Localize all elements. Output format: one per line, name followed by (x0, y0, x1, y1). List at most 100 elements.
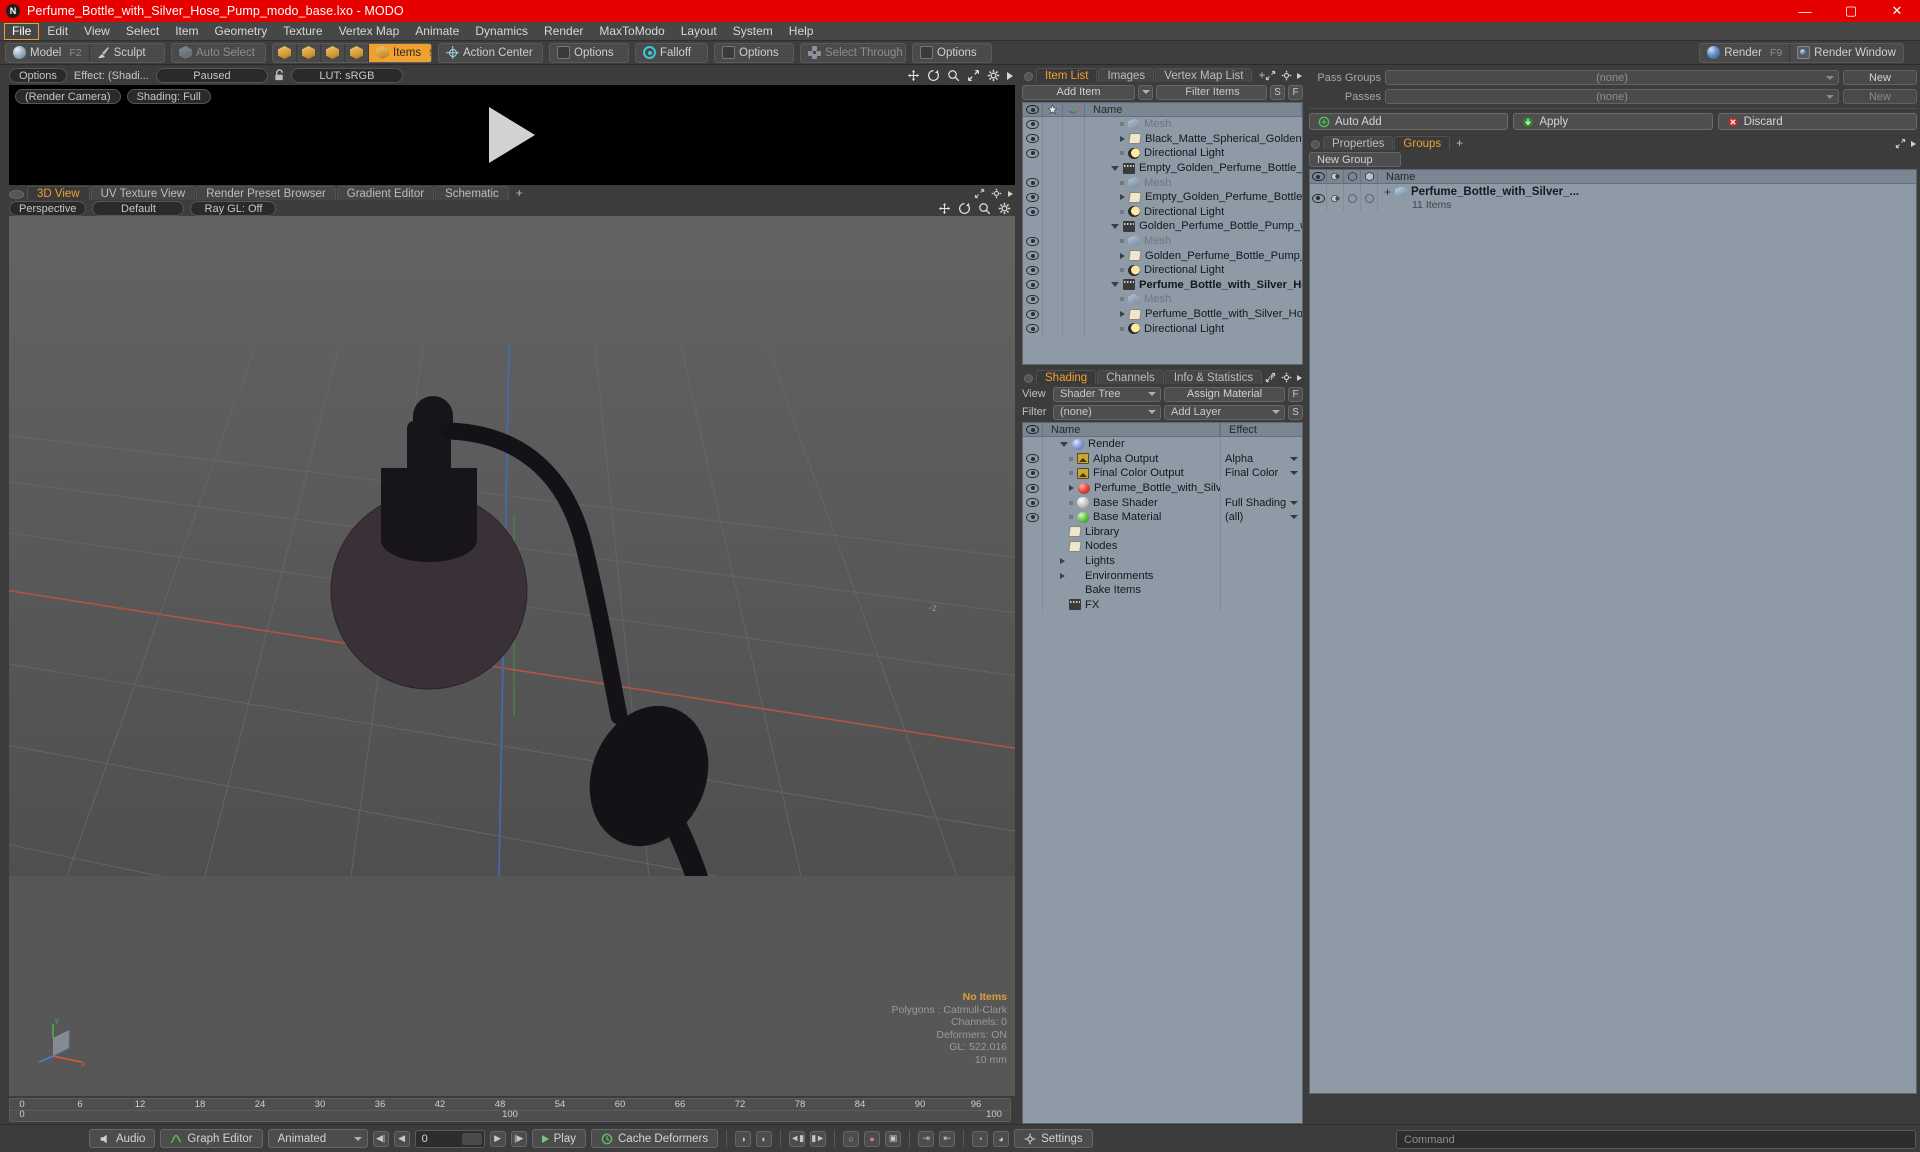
row-lock-cell[interactable] (1043, 204, 1063, 220)
tab-shading[interactable]: Shading (1036, 370, 1097, 384)
row-axis-cell[interactable] (1063, 321, 1085, 336)
lock-icon[interactable] (273, 69, 286, 82)
table-row[interactable]: Golden_Perfume_Bottle_Pump_with_Ho ... (1023, 219, 1302, 234)
group-row-visibility-toggle[interactable] (1310, 184, 1327, 212)
row-effect-cell[interactable]: Final Color (1220, 466, 1302, 481)
menu-item-texture[interactable]: Texture (275, 23, 330, 40)
row-name-cell[interactable]: Empty_Golden_Perfume_Bottle_with_... (1085, 191, 1302, 203)
pass-groups-dropdown[interactable]: (none) (1385, 70, 1839, 85)
viewport-zoom-icon[interactable] (978, 202, 991, 215)
row-axis-cell[interactable] (1063, 248, 1085, 263)
row-name-cell[interactable]: Base Shader (1043, 497, 1220, 509)
shading-panel-handle-icon[interactable] (1024, 374, 1033, 383)
row-axis-cell[interactable] (1063, 233, 1085, 249)
render-camera-button[interactable]: (Render Camera) (15, 89, 121, 104)
row-lock-cell[interactable] (1043, 160, 1063, 176)
row-name-cell[interactable]: Mesh (1085, 118, 1302, 130)
row-name-cell[interactable]: Final Color Output (1043, 467, 1220, 479)
minimize-button[interactable]: — (1782, 0, 1828, 22)
expand-triangle-icon[interactable] (1069, 485, 1074, 492)
row-visibility-cell[interactable] (1023, 292, 1043, 307)
command-input[interactable]: Command (1396, 1130, 1916, 1149)
apply-button[interactable]: Apply (1513, 113, 1713, 130)
table-row[interactable]: Final Color Output Final Color (1023, 466, 1302, 481)
new-group-button[interactable]: New Group (1309, 152, 1401, 167)
move-icon[interactable] (907, 69, 920, 82)
chevron-down-icon[interactable] (1290, 456, 1298, 461)
select-through-button[interactable]: Select Through (801, 44, 905, 62)
visibility-toggle-icon[interactable] (1026, 148, 1039, 158)
visibility-toggle-icon[interactable] (1026, 280, 1039, 290)
filter-items-input[interactable]: Filter Items (1156, 84, 1267, 100)
row-name-cell[interactable]: Mesh (1085, 177, 1302, 189)
auto-add-button[interactable]: Auto Add (1309, 113, 1509, 130)
row-name-cell[interactable]: Perfume_Bottle_with_Silve... (1043, 482, 1220, 494)
menu-item-vertex-map[interactable]: Vertex Map (331, 23, 408, 40)
add-groups-tab-button[interactable]: + (1451, 136, 1468, 150)
row-axis-cell[interactable] (1063, 131, 1085, 147)
tab-images[interactable]: Images (1098, 68, 1155, 82)
visibility-toggle-icon[interactable] (1026, 468, 1039, 478)
row-effect-cell[interactable] (1220, 597, 1302, 613)
table-row[interactable]: Directional Light (1023, 146, 1302, 161)
timeline-ruler[interactable]: 0 6 12 18 24 30 36 42 48 54 60 66 72 78 … (9, 1098, 1011, 1122)
table-row[interactable]: Lights (1023, 553, 1302, 569)
row-effect-cell[interactable] (1220, 553, 1302, 569)
passes-dropdown[interactable]: (none) (1385, 89, 1839, 104)
row-name-cell[interactable]: Bake Items (1043, 584, 1220, 596)
row-lock-cell[interactable] (1043, 219, 1063, 234)
table-row[interactable]: Mesh (1023, 175, 1302, 190)
table-row[interactable]: Mesh (1023, 117, 1302, 132)
row-lock-cell[interactable] (1043, 117, 1063, 132)
row-effect-cell[interactable] (1220, 568, 1302, 583)
row-effect-cell[interactable] (1220, 582, 1302, 598)
table-row[interactable]: Base Shader Full Shading (1023, 495, 1302, 510)
settings-button[interactable]: Settings (1014, 1129, 1093, 1148)
row-name-cell[interactable]: Perfume_Bottle_with_Silver_Hose_Pu ... (1085, 308, 1302, 320)
visibility-toggle-icon[interactable] (1026, 236, 1039, 246)
collapse-triangle-icon[interactable] (1111, 282, 1119, 288)
row-axis-cell[interactable] (1063, 117, 1085, 132)
table-row[interactable]: Perfume_Bottle_with_Silver_Hose... (1023, 277, 1302, 293)
item-list-s-button[interactable]: S (1270, 84, 1285, 100)
menu-item-dynamics[interactable]: Dynamics (467, 23, 536, 40)
group-row-shaded-toggle[interactable] (1344, 184, 1361, 212)
step-forward-button[interactable]: ▶ (489, 1130, 506, 1147)
collapse-triangle-icon[interactable] (1060, 441, 1068, 447)
discard-button[interactable]: Discard (1717, 113, 1917, 130)
shading-filter-dropdown[interactable]: (none) (1053, 404, 1161, 420)
row-name-cell[interactable]: Empty_Golden_Perfume_Bottle_with_Ho... (1085, 162, 1302, 174)
row-effect-cell[interactable] (1220, 480, 1302, 496)
expand-triangle-icon[interactable] (1060, 558, 1065, 565)
row-visibility-cell[interactable] (1023, 160, 1043, 176)
tab-properties[interactable]: Properties (1323, 136, 1394, 150)
ghost-before-icon-button[interactable]: ◑ (735, 1130, 752, 1147)
auto-key-button[interactable]: ◔ (972, 1130, 989, 1147)
tab-info-statistics[interactable]: Info & Statistics (1164, 370, 1263, 384)
default-shading-button[interactable]: Default (92, 201, 185, 216)
table-row[interactable]: Library (1023, 524, 1302, 540)
row-name-cell[interactable]: Library (1043, 526, 1220, 538)
row-effect-cell[interactable] (1220, 437, 1302, 452)
ghost-after-icon-button[interactable]: ◐ (756, 1130, 773, 1147)
visibility-toggle-icon[interactable] (1026, 454, 1039, 464)
render-window-button[interactable]: Render Window (1789, 43, 1903, 62)
key-next-button[interactable]: ▮► (810, 1130, 827, 1147)
go-to-start-button[interactable]: ◀| (372, 1130, 389, 1147)
row-axis-cell[interactable] (1063, 175, 1085, 190)
menu-item-maxtomodo[interactable]: MaxToModo (591, 23, 672, 40)
add-item-button[interactable]: Add Item (1022, 84, 1135, 100)
key-delete-button[interactable]: ● (864, 1130, 881, 1147)
row-name-cell[interactable]: Black_Matte_Spherical_Golden_Perfu ... (1085, 133, 1302, 145)
table-row[interactable]: Mesh (1023, 292, 1302, 307)
graph-editor-button[interactable]: Graph Editor (160, 1129, 263, 1148)
shading-s-button[interactable]: S (1288, 404, 1303, 420)
maximize-panel-icon[interactable] (974, 188, 985, 199)
row-axis-cell[interactable] (1063, 219, 1085, 234)
tab-gradient-editor[interactable]: Gradient Editor (336, 186, 435, 200)
falloff-button[interactable]: Falloff (636, 44, 698, 62)
visibility-toggle-icon[interactable] (1026, 265, 1039, 275)
menu-item-edit[interactable]: Edit (39, 23, 76, 40)
row-axis-cell[interactable] (1063, 306, 1085, 322)
item-list-tree[interactable]: Name MeshBlack_Matte_Spherical_Golden_Pe… (1022, 102, 1303, 365)
